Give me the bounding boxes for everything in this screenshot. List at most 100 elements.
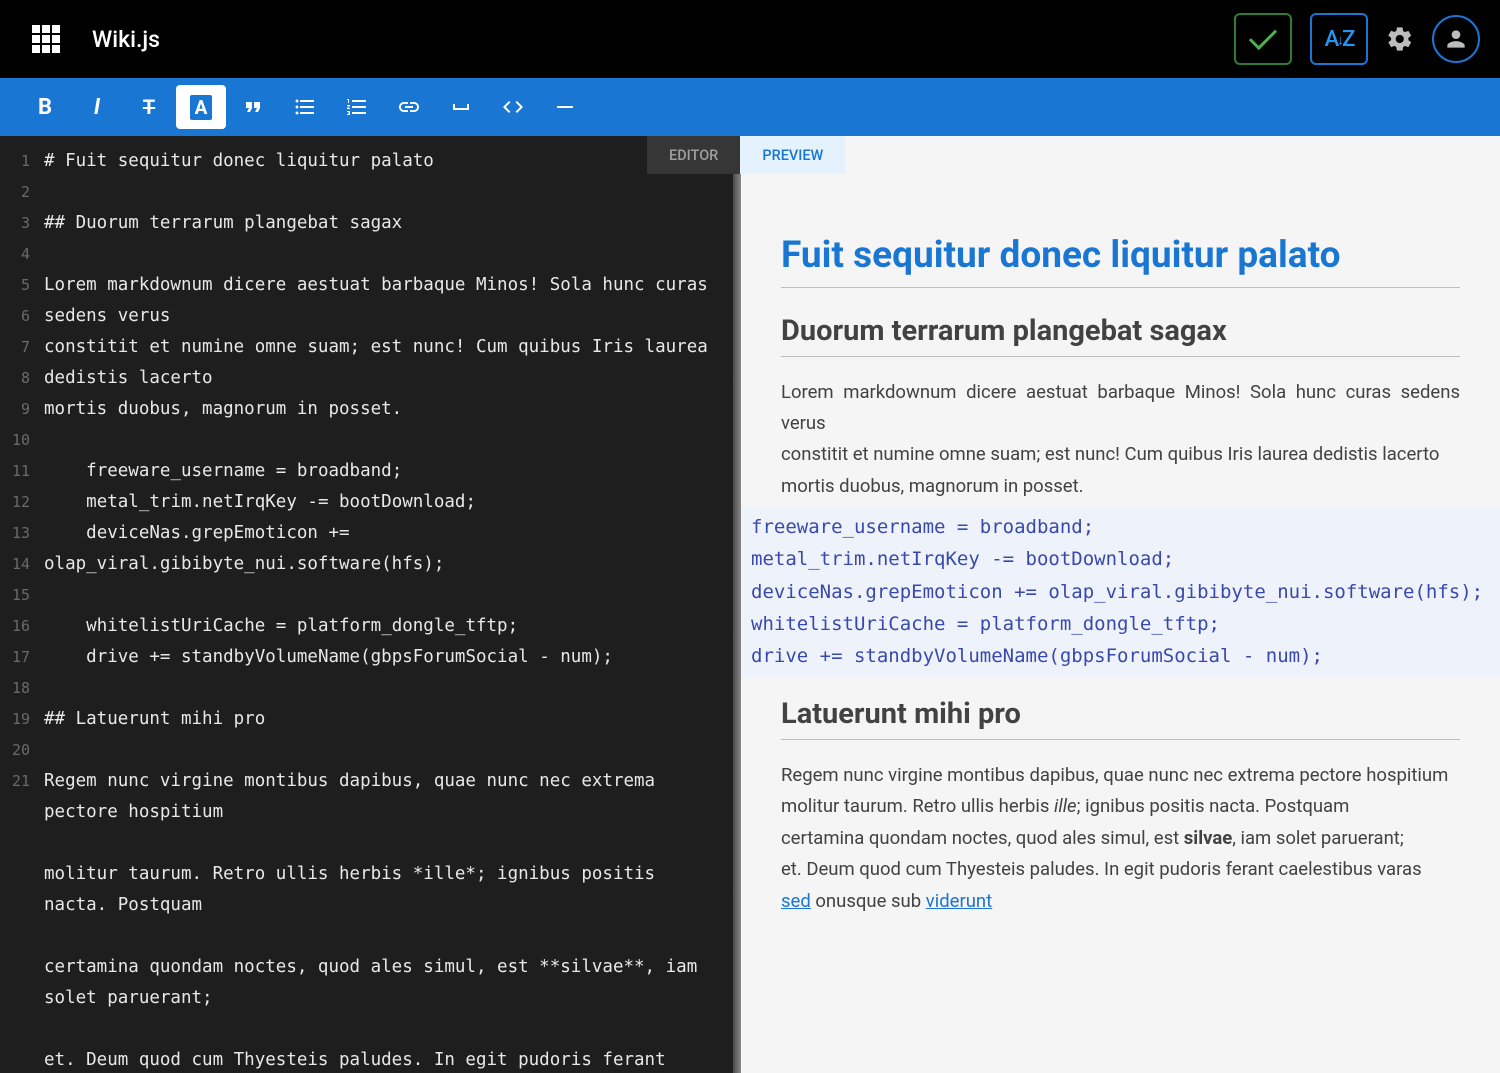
line-number: 11 bbox=[0, 456, 30, 487]
text: ; ignibus positis nacta. Postquam bbox=[1077, 795, 1350, 817]
preview-heading-1: Fuit sequitur donec liquitur palato bbox=[781, 234, 1460, 288]
editor-line[interactable] bbox=[44, 177, 725, 208]
tab-editor[interactable]: EDITOR bbox=[647, 136, 740, 174]
code-button[interactable] bbox=[488, 85, 538, 129]
strikethrough-button[interactable]: T bbox=[124, 85, 174, 129]
editor-line[interactable]: Regem nunc virgine montibus dapibus, qua… bbox=[44, 766, 725, 828]
editor-line[interactable] bbox=[44, 1014, 725, 1045]
main-area: 123456789101112131415161718192021 # Fuit… bbox=[0, 136, 1500, 1073]
code-line: whitelistUriCache = platform_dongle_tftp… bbox=[749, 608, 1500, 640]
editor-line[interactable]: molitur taurum. Retro ullis herbis *ille… bbox=[44, 859, 725, 921]
app-title: Wiki.js bbox=[92, 26, 160, 53]
line-number: 15 bbox=[0, 580, 30, 611]
tab-preview[interactable]: PREVIEW bbox=[740, 136, 845, 174]
apps-grid-icon[interactable] bbox=[32, 25, 60, 53]
italic-button[interactable]: I bbox=[72, 85, 122, 129]
line-number: 6 bbox=[0, 301, 30, 332]
editor-line[interactable]: metal_trim.netIrqKey -= bootDownload; bbox=[44, 487, 725, 518]
editor-line[interactable] bbox=[44, 735, 725, 766]
editor-line[interactable]: et. Deum quod cum Thyesteis paludes. In … bbox=[44, 1045, 725, 1073]
preview-paragraph: molitur taurum. Retro ullis herbis ille;… bbox=[781, 791, 1460, 822]
app-header: Wiki.js A↓Z bbox=[0, 0, 1500, 78]
line-number: 1 bbox=[0, 146, 30, 177]
line-number: 8 bbox=[0, 363, 30, 394]
preview-heading-2: Latuerunt mihi pro bbox=[781, 697, 1460, 740]
header-left: Wiki.js bbox=[32, 25, 160, 53]
editor-line[interactable] bbox=[44, 425, 725, 456]
line-gutter: 123456789101112131415161718192021 bbox=[0, 136, 36, 1073]
line-number: 12 bbox=[0, 487, 30, 518]
italic-text: ille bbox=[1054, 795, 1077, 817]
editor-line[interactable]: mortis duobus, magnorum in posset. bbox=[44, 394, 725, 425]
line-number: 16 bbox=[0, 611, 30, 642]
editor-line[interactable]: freeware_username = broadband; bbox=[44, 456, 725, 487]
text: , iam solet paruerant; bbox=[1232, 827, 1404, 849]
text: molitur taurum. Retro ullis herbis bbox=[781, 795, 1054, 817]
preview-paragraph: constitit et numine omne suam; est nunc!… bbox=[781, 439, 1460, 470]
editor-toolbar: B I T A bbox=[0, 78, 1500, 136]
editor-line[interactable]: ## Latuerunt mihi pro bbox=[44, 704, 725, 735]
save-button[interactable] bbox=[1234, 13, 1292, 65]
preview-paragraph: mortis duobus, magnorum in posset. bbox=[781, 471, 1460, 502]
line-number: 14 bbox=[0, 549, 30, 580]
numbered-list-button[interactable] bbox=[332, 85, 382, 129]
editor-line[interactable] bbox=[44, 921, 725, 952]
bullet-list-button[interactable] bbox=[280, 85, 330, 129]
text-color-button[interactable]: A bbox=[176, 85, 226, 129]
space-button[interactable] bbox=[436, 85, 486, 129]
editor-line[interactable]: deviceNas.grepEmoticon += olap_viral.gib… bbox=[44, 518, 725, 580]
link-button[interactable] bbox=[384, 85, 434, 129]
preview-paragraph: sed onusque sub viderunt bbox=[781, 886, 1460, 917]
gear-icon[interactable] bbox=[1386, 25, 1414, 53]
line-number: 2 bbox=[0, 177, 30, 208]
editor-line[interactable]: # Fuit sequitur donec liquitur palato bbox=[44, 146, 725, 177]
preview-paragraph: Lorem markdownum dicere aestuat barbaque… bbox=[781, 377, 1460, 438]
editor-pane: 123456789101112131415161718192021 # Fuit… bbox=[0, 136, 733, 1073]
user-avatar[interactable] bbox=[1432, 15, 1480, 63]
line-number: 18 bbox=[0, 673, 30, 704]
bold-text: silvae bbox=[1184, 827, 1232, 849]
preview-code-block: freeware_username = broadband;metal_trim… bbox=[741, 507, 1500, 676]
preview-paragraph: et. Deum quod cum Thyesteis paludes. In … bbox=[781, 854, 1460, 885]
code-line: metal_trim.netIrqKey -= bootDownload; bbox=[749, 543, 1500, 575]
line-number: 17 bbox=[0, 642, 30, 673]
editor-line[interactable] bbox=[44, 673, 725, 704]
preview-paragraph: Regem nunc virgine montibus dapibus, qua… bbox=[781, 760, 1460, 791]
line-number: 19 bbox=[0, 704, 30, 735]
editor-line[interactable]: drive += standbyVolumeName(gbpsForumSoci… bbox=[44, 642, 725, 673]
line-number: 5 bbox=[0, 270, 30, 301]
code-line: drive += standbyVolumeName(gbpsForumSoci… bbox=[749, 640, 1500, 672]
code-line: deviceNas.grepEmoticon += olap_viral.gib… bbox=[749, 576, 1500, 608]
preview-heading-2: Duorum terrarum plangebat sagax bbox=[781, 314, 1460, 357]
preview-link[interactable]: sed bbox=[781, 890, 811, 912]
preview-pane: Fuit sequitur donec liquitur palato Duor… bbox=[741, 136, 1500, 1073]
line-number: 3 bbox=[0, 208, 30, 239]
line-number: 9 bbox=[0, 394, 30, 425]
editor-line[interactable] bbox=[44, 580, 725, 611]
line-number: 21 bbox=[0, 766, 30, 797]
line-number: 20 bbox=[0, 735, 30, 766]
preview-link[interactable]: viderunt bbox=[926, 890, 992, 912]
editor-line[interactable] bbox=[44, 239, 725, 270]
line-number: 13 bbox=[0, 518, 30, 549]
editor-body[interactable]: # Fuit sequitur donec liquitur palato ##… bbox=[36, 136, 733, 1073]
quote-button[interactable] bbox=[228, 85, 278, 129]
sort-az-button[interactable]: A↓Z bbox=[1310, 13, 1368, 65]
horizontal-rule-button[interactable] bbox=[540, 85, 590, 129]
code-line: freeware_username = broadband; bbox=[749, 511, 1500, 543]
user-icon bbox=[1443, 26, 1469, 52]
editor-line[interactable] bbox=[44, 828, 725, 859]
check-icon bbox=[1249, 22, 1277, 50]
editor-line[interactable]: ## Duorum terrarum plangebat sagax bbox=[44, 208, 725, 239]
text: onusque sub bbox=[811, 890, 926, 912]
line-number: 10 bbox=[0, 425, 30, 456]
line-number: 7 bbox=[0, 332, 30, 363]
editor-line[interactable]: constitit et numine omne suam; est nunc!… bbox=[44, 332, 725, 394]
editor-line[interactable]: whitelistUriCache = platform_dongle_tftp… bbox=[44, 611, 725, 642]
pane-splitter[interactable] bbox=[733, 136, 741, 1073]
bold-button[interactable]: B bbox=[20, 85, 70, 129]
editor-line[interactable]: Lorem markdownum dicere aestuat barbaque… bbox=[44, 270, 725, 332]
line-number: 4 bbox=[0, 239, 30, 270]
editor-line[interactable]: certamina quondam noctes, quod ales simu… bbox=[44, 952, 725, 1014]
header-right: A↓Z bbox=[1234, 13, 1480, 65]
